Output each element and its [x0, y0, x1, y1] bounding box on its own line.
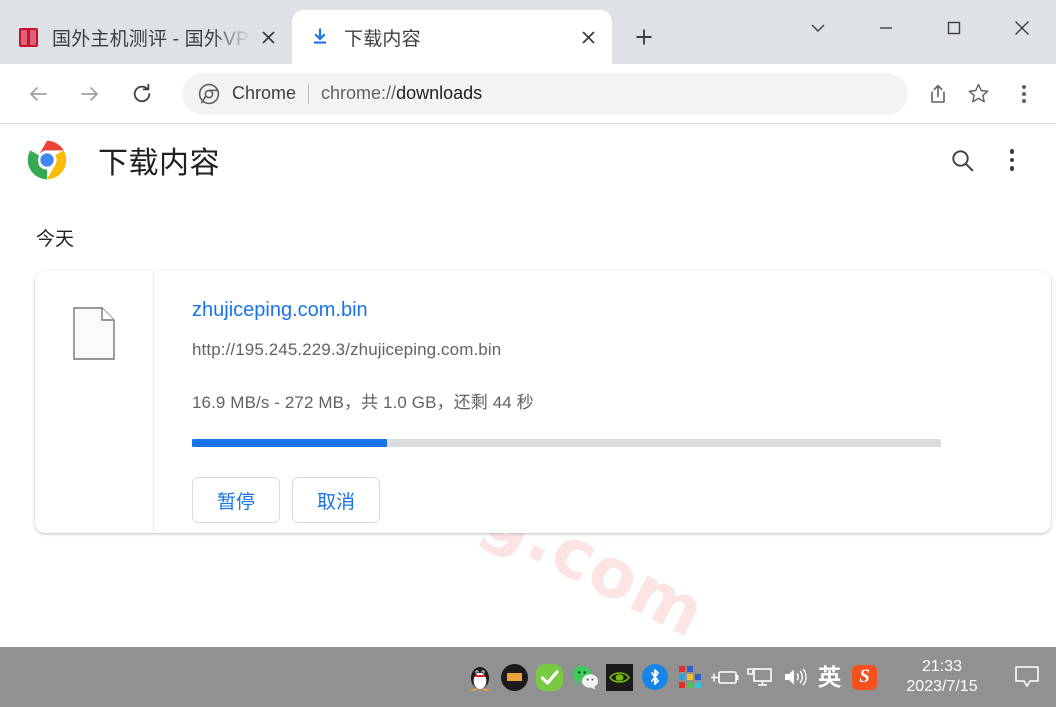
cancel-download-button[interactable]: 取消 — [292, 477, 380, 523]
ime-label: 英 — [818, 663, 841, 690]
sogou-input-icon[interactable]: S — [847, 657, 882, 697]
close-window-button[interactable] — [988, 2, 1056, 54]
tab-search-button[interactable] — [784, 2, 852, 54]
page-title: 下载内容 — [98, 147, 220, 180]
window-controls — [784, 0, 1056, 56]
bluetooth-icon[interactable] — [637, 657, 672, 697]
download-icon — [310, 27, 330, 47]
color-squares-icon[interactable] — [672, 657, 707, 697]
plus-icon — [636, 29, 652, 45]
reload-button[interactable] — [122, 74, 162, 114]
browser-menu-button[interactable] — [1006, 74, 1042, 114]
sogou-label: S — [852, 664, 877, 690]
nvidia-icon[interactable] — [602, 657, 637, 697]
system-tray: 英 S 21:33 2023/7/15 — [462, 654, 1052, 700]
download-source-url: http://195.245.229.3/zhujiceping.com.bin — [192, 340, 502, 359]
generic-file-icon — [73, 307, 115, 360]
taskbar-clock[interactable]: 21:33 2023/7/15 — [888, 657, 996, 697]
ime-language-icon[interactable]: 英 — [812, 657, 847, 697]
chevron-down-icon — [811, 24, 825, 32]
equalizer-glyph — [507, 673, 522, 681]
dot — [1009, 166, 1015, 171]
browser-window: 国外主机测评 - 国外VPS，国 下载内容 — [0, 0, 1056, 647]
download-progress-fill — [192, 439, 387, 447]
tab-title: 国外主机测评 - 国外VPS，国 — [52, 28, 254, 50]
dot — [1022, 84, 1026, 89]
download-progress-bar — [192, 439, 941, 447]
section-label-today: 今天 — [36, 229, 75, 250]
penguin-glyph — [470, 667, 489, 691]
notification-center-button[interactable] — [1002, 654, 1052, 700]
checkmark-glyph — [540, 669, 559, 685]
maximize-button[interactable] — [920, 2, 988, 54]
address-bar[interactable]: Chrome chrome://downloads — [182, 72, 908, 115]
omnibox-divider — [308, 83, 310, 104]
tab-downloads[interactable]: 下载内容 — [292, 10, 612, 64]
url-scheme: chrome:// — [321, 83, 397, 103]
star-icon — [968, 83, 988, 103]
close-icon — [261, 30, 275, 44]
reload-icon — [133, 83, 151, 102]
battery-icon[interactable] — [707, 657, 742, 697]
downloads-menu-button[interactable] — [992, 140, 1032, 180]
dot — [1009, 149, 1015, 154]
forward-arrow-icon — [81, 86, 98, 101]
close-tab-icon[interactable] — [574, 23, 602, 51]
site-favicon-red — [18, 27, 38, 47]
clock-date: 2023/7/15 — [906, 678, 978, 695]
wechat-glyph — [572, 666, 598, 690]
windows-taskbar: 英 S 21:33 2023/7/15 — [0, 647, 1056, 707]
tab-site[interactable]: 国外主机测评 - 国外VPS，国 — [0, 10, 292, 64]
network-icon[interactable] — [742, 657, 777, 697]
tab-title: 下载内容 — [344, 28, 421, 50]
download-filename-link[interactable]: zhujiceping.com.bin — [192, 299, 368, 322]
pause-download-button[interactable]: 暂停 — [192, 477, 280, 523]
download-status-text: 16.9 MB/s - 272 MB，共 1.0 GB，还剩 44 秒 — [192, 393, 534, 412]
chrome-logo — [26, 139, 68, 181]
forward-button[interactable] — [70, 74, 110, 114]
omnibox-url: chrome://downloads — [321, 83, 892, 104]
battery-glyph — [710, 671, 738, 684]
security-check-icon[interactable] — [532, 657, 567, 697]
square-icon — [947, 21, 961, 35]
new-tab-button[interactable] — [622, 15, 666, 59]
bluetooth-glyph — [650, 669, 659, 685]
dot — [1009, 157, 1015, 163]
share-button[interactable] — [920, 76, 956, 112]
file-icon-cell — [35, 271, 154, 533]
omnibox-brand-label: Chrome — [232, 83, 297, 103]
color-grid-glyph — [678, 666, 701, 688]
browser-toolbar: Chrome chrome://downloads — [0, 64, 1056, 124]
dot — [1022, 98, 1026, 103]
download-item-card: zhujiceping.com.bin http://195.245.229.3… — [35, 271, 1051, 533]
chrome-icon — [198, 83, 220, 105]
close-icon — [581, 30, 595, 44]
downloads-header: 下载内容 — [0, 124, 1056, 196]
minus-icon — [880, 27, 892, 29]
back-button[interactable] — [18, 74, 58, 114]
download-action-buttons: 暂停 取消 — [192, 477, 1051, 523]
search-icon — [951, 149, 973, 171]
dot — [1022, 91, 1026, 96]
volume-icon[interactable] — [777, 657, 812, 697]
minimize-button[interactable] — [852, 2, 920, 54]
speaker-glyph — [784, 668, 807, 686]
url-path: downloads — [396, 83, 483, 103]
nvidia-eye-glyph — [609, 671, 630, 683]
close-icon — [1015, 21, 1029, 35]
downloads-page: zhujiceping.com 下载内容 — [0, 124, 1056, 647]
clock-time: 21:33 — [921, 658, 963, 675]
tab-strip: 国外主机测评 - 国外VPS，国 下载内容 — [0, 0, 1056, 64]
download-item-details: zhujiceping.com.bin http://195.245.229.3… — [154, 271, 1051, 533]
bookmark-button[interactable] — [960, 76, 996, 112]
notification-icon — [1015, 666, 1039, 687]
wechat-icon[interactable] — [567, 657, 602, 697]
share-icon — [931, 84, 945, 103]
qq-icon[interactable] — [462, 657, 497, 697]
search-downloads-button[interactable] — [942, 140, 982, 180]
close-tab-icon[interactable] — [254, 23, 282, 51]
media-app-icon[interactable] — [497, 657, 532, 697]
monitor-glyph — [746, 668, 772, 686]
back-arrow-icon — [30, 86, 47, 101]
